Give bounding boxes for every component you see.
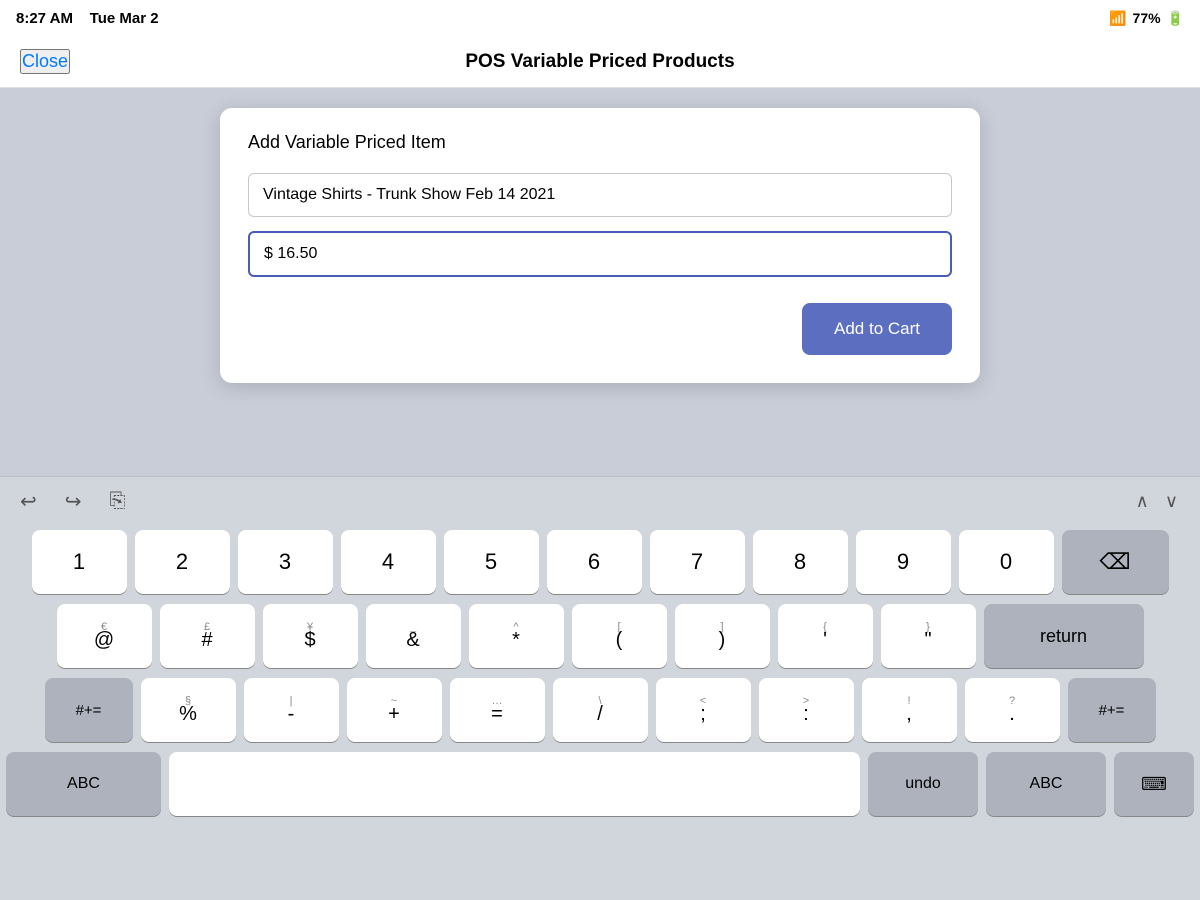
keyboard-area: ↩ ↪ ⎘ ∧ ∨ 1 2 3 4 5 6 7 8 9 0 ⌫ € @: [0, 476, 1200, 900]
key-0[interactable]: 0: [959, 530, 1054, 594]
key-colon[interactable]: > :: [759, 678, 854, 742]
key-3[interactable]: 3: [238, 530, 333, 594]
key-space[interactable]: [169, 752, 860, 816]
key-abc-left[interactable]: ABC: [6, 752, 161, 816]
toolbar-right: ∧ ∨: [1130, 487, 1184, 516]
wifi-icon: 📶: [1109, 10, 1126, 27]
key-minus[interactable]: | -: [244, 678, 339, 742]
key-exclaim[interactable]: ! ,: [862, 678, 957, 742]
status-bar: 8:27 AM Tue Mar 2 📶 77% 🔋: [0, 0, 1200, 36]
key-undo[interactable]: undo: [868, 752, 978, 816]
key-ampersand[interactable]: _ &: [366, 604, 461, 668]
status-time-date: 8:27 AM Tue Mar 2: [16, 10, 159, 27]
key-backspace[interactable]: ⌫: [1062, 530, 1169, 594]
keyboard: 1 2 3 4 5 6 7 8 9 0 ⌫ € @ £ # ¥ $: [0, 526, 1200, 824]
status-right: 📶 77% 🔋: [1109, 10, 1184, 27]
key-switch-1[interactable]: #+=: [45, 678, 133, 742]
key-equals[interactable]: … =: [450, 678, 545, 742]
modal-card: Add Variable Priced Item Add to Cart: [220, 108, 980, 383]
price-input[interactable]: [248, 231, 952, 277]
chevron-down-button[interactable]: ∨: [1159, 487, 1184, 516]
main-area: Add Variable Priced Item Add to Cart: [0, 88, 1200, 476]
key-hash[interactable]: £ #: [160, 604, 255, 668]
key-quote[interactable]: } ": [881, 604, 976, 668]
key-2[interactable]: 2: [135, 530, 230, 594]
key-abc-right[interactable]: ABC: [986, 752, 1106, 816]
key-7[interactable]: 7: [650, 530, 745, 594]
keyboard-dismiss-button[interactable]: ⌨: [1114, 752, 1194, 816]
key-question[interactable]: ? .: [965, 678, 1060, 742]
key-return[interactable]: return: [984, 604, 1144, 668]
status-date: Tue Mar 2: [90, 10, 159, 27]
undo-button[interactable]: ↩: [16, 485, 41, 518]
key-plus[interactable]: ~ +: [347, 678, 442, 742]
key-semicolon[interactable]: < ;: [656, 678, 751, 742]
redo-button[interactable]: ↪: [61, 485, 86, 518]
symbol-row-2: #+= § % | - ~ + … = \ / < ;: [6, 678, 1194, 742]
key-slash[interactable]: \ /: [553, 678, 648, 742]
add-to-cart-button[interactable]: Add to Cart: [802, 303, 952, 355]
keyboard-toolbar: ↩ ↪ ⎘ ∧ ∨: [0, 476, 1200, 526]
key-1[interactable]: 1: [32, 530, 127, 594]
chevron-up-button[interactable]: ∧: [1130, 487, 1155, 516]
key-apostrophe[interactable]: { ': [778, 604, 873, 668]
key-switch-2[interactable]: #+=: [1068, 678, 1156, 742]
nav-bar: Close POS Variable Priced Products: [0, 36, 1200, 88]
key-percent[interactable]: § %: [141, 678, 236, 742]
key-asterisk[interactable]: ^ *: [469, 604, 564, 668]
page-title: POS Variable Priced Products: [465, 51, 734, 73]
key-close-paren[interactable]: ] ): [675, 604, 770, 668]
toolbar-left: ↩ ↪ ⎘: [16, 485, 130, 518]
key-dollar[interactable]: ¥ $: [263, 604, 358, 668]
key-4[interactable]: 4: [341, 530, 436, 594]
bottom-row: ABC undo ABC ⌨: [6, 752, 1194, 816]
number-row: 1 2 3 4 5 6 7 8 9 0 ⌫: [6, 530, 1194, 594]
item-name-input[interactable]: [248, 173, 952, 217]
clipboard-button[interactable]: ⎘: [106, 486, 130, 517]
modal-footer: Add to Cart: [248, 303, 952, 355]
battery-percent: 77%: [1133, 10, 1161, 26]
modal-title: Add Variable Priced Item: [248, 132, 952, 153]
key-open-paren[interactable]: [ (: [572, 604, 667, 668]
key-6[interactable]: 6: [547, 530, 642, 594]
key-5[interactable]: 5: [444, 530, 539, 594]
key-at[interactable]: € @: [57, 604, 152, 668]
battery-icon: 🔋: [1167, 10, 1184, 27]
key-9[interactable]: 9: [856, 530, 951, 594]
symbol-row-1: € @ £ # ¥ $ _ & ^ * [ (: [6, 604, 1194, 668]
status-time: 8:27 AM: [16, 10, 73, 27]
key-8[interactable]: 8: [753, 530, 848, 594]
close-button[interactable]: Close: [20, 49, 70, 74]
